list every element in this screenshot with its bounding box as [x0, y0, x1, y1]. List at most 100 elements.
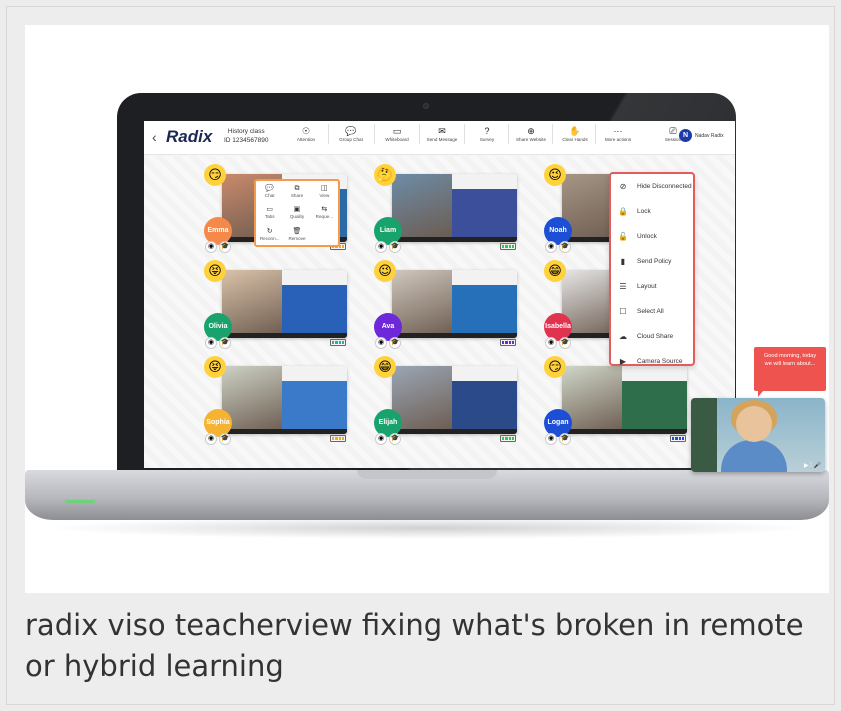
toolbar-label: More actions	[604, 137, 632, 142]
student-screen-preview[interactable]	[562, 366, 687, 434]
student-screen	[452, 270, 517, 338]
popup-tabs-button[interactable]: ▭ Tabs	[256, 202, 283, 223]
popup-reconn-button[interactable]: ↻ Reconn...	[256, 224, 283, 245]
menu-item-select-all[interactable]: ☐ Select All	[611, 299, 693, 324]
student-screen	[282, 366, 347, 434]
toolbar-more-actions-button[interactable]: ··· More actions	[596, 125, 640, 142]
popup-chat-button[interactable]: 💬 Chat	[256, 181, 283, 202]
teacher-camera: ▶ ⁞ 🎤	[691, 398, 825, 472]
student-tile[interactable]: 😉 Ava ◉ 🎓	[372, 260, 522, 350]
taskbar	[222, 333, 347, 338]
chat-icon: 💬	[265, 185, 275, 192]
student-cap-icon: 🎓	[219, 241, 231, 253]
class-id: ID 1234567890	[224, 137, 269, 144]
laptop-shadow	[43, 517, 813, 539]
taskbar	[562, 429, 687, 434]
chrome-icon: ◉	[205, 241, 217, 253]
taskbar	[392, 237, 517, 242]
student-screen	[452, 366, 517, 434]
student-tile[interactable]: 😝 Sophia ◉ 🎓	[202, 356, 352, 446]
taskbar	[392, 333, 517, 338]
popup-view-button[interactable]: ◫ View	[311, 181, 338, 202]
menu-item-layout[interactable]: ☰ Layout	[611, 274, 693, 299]
toolbar-label: Survey	[479, 137, 495, 142]
back-icon[interactable]: ‹	[152, 129, 157, 145]
student-screen-preview[interactable]	[222, 270, 347, 338]
menu-item-send-policy[interactable]: ▮ Send Policy	[611, 249, 693, 274]
menu-item-label: Lock	[637, 208, 651, 215]
student-context-popup: 💬 Chat ⧉ Share ◫ View ▭ Tabs ▣ Quality ⇆ Reque... ↻ R…	[254, 179, 340, 247]
eye-off-icon: ⊘	[619, 182, 627, 191]
unlock-icon: 🔓	[618, 232, 628, 241]
menu-item-camera-source[interactable]: ▶ Camera Source	[611, 349, 693, 374]
menu-item-label: Layout	[637, 283, 657, 290]
request-icon: ⇆	[321, 206, 328, 214]
product-image: ‹ Radix History class ID 1234567890 ☉ Att…	[25, 25, 829, 593]
menu-item-unlock[interactable]: 🔓 Unlock	[611, 224, 693, 249]
caption: radix viso teacherview fixing what's bro…	[25, 608, 804, 683]
student-tile[interactable]: 😝 Olivia ◉ 🎓	[202, 260, 352, 350]
envelope-icon: ✉	[438, 126, 446, 136]
reaction-emoji-icon: 🤔	[374, 164, 396, 186]
student-screen	[622, 366, 687, 434]
lock-icon: 🔒	[618, 207, 628, 216]
laptop-base	[25, 470, 829, 520]
popup-label: Share	[290, 193, 304, 198]
reaction-emoji-icon: 😝	[204, 356, 226, 378]
reaction-emoji-icon: 😁	[374, 356, 396, 378]
chrome-icon: ◉	[545, 241, 557, 253]
student-tile[interactable]: 🤔 Liam ◉ 🎓	[372, 164, 522, 254]
student-screen-preview[interactable]	[392, 270, 517, 338]
student-screen-preview[interactable]	[392, 366, 517, 434]
menu-item-lock[interactable]: 🔒 Lock	[611, 199, 693, 224]
user-menu[interactable]: N Nadav Radix	[679, 129, 724, 142]
chrome-icon: ◉	[545, 337, 557, 349]
menu-item-cloud-share[interactable]: ☁ Cloud Share	[611, 324, 693, 349]
chrome-icon: ◉	[375, 433, 387, 445]
popup-share-button[interactable]: ⧉ Share	[283, 181, 310, 202]
cloud-icon: ☁	[619, 332, 627, 341]
menu-item-hide-disconnected[interactable]: ⊘ Hide Disconnected	[611, 174, 693, 199]
student-screen-preview[interactable]	[222, 366, 347, 434]
toolbar-attention-button[interactable]: ☉ Attention	[284, 125, 328, 142]
chrome-icon: ◉	[205, 433, 217, 445]
battery-icon	[330, 435, 346, 442]
student-cap-icon: 🎓	[559, 337, 571, 349]
toolbar-share-website-button[interactable]: ⊕ Share Website	[509, 125, 553, 142]
student-cap-icon: 🎓	[389, 337, 401, 349]
battery-icon	[500, 339, 516, 346]
taskbar	[222, 429, 347, 434]
avatar: N	[679, 129, 692, 142]
toolbar-send-message-button[interactable]: ✉ Send Message	[420, 125, 464, 142]
student-cap-icon: 🎓	[559, 433, 571, 445]
student-cap-icon: 🎓	[389, 241, 401, 253]
reaction-emoji-icon: 😁	[544, 260, 566, 282]
student-cap-icon: 🎓	[389, 433, 401, 445]
toolbar-whiteboard-button[interactable]: ▭ Whiteboard	[375, 125, 419, 142]
popup-reque-button[interactable]: ⇆ Reque...	[311, 202, 338, 223]
view-icon: ◫	[321, 185, 328, 192]
toolbar-clear-hands-button[interactable]: ✋ Clear Hands	[553, 125, 597, 142]
toolbar-survey-button[interactable]: ? Survey	[465, 125, 509, 142]
popup-remove-button[interactable]: 🗑 Remove	[283, 224, 310, 245]
student-screen	[452, 174, 517, 242]
camera-controls-icon[interactable]: ▶ ⁞ 🎤	[804, 462, 821, 469]
reaction-emoji-icon: 😝	[204, 260, 226, 282]
menu-item-label: Hide Disconnected	[637, 183, 692, 190]
student-cap-icon: 🎓	[219, 337, 231, 349]
chat-icon: 💬	[345, 126, 357, 136]
chrome-icon: ◉	[375, 337, 387, 349]
student-tile[interactable]: 😁 Elijah ◉ 🎓	[372, 356, 522, 446]
target-icon: ☉	[301, 126, 311, 136]
teacher-face	[736, 406, 772, 442]
popup-label: Reconn...	[259, 235, 280, 241]
battery-icon	[670, 435, 686, 442]
battery-icon	[330, 339, 346, 346]
whiteboard-icon: ▭	[392, 126, 402, 136]
battery-icon	[500, 243, 516, 250]
toolbar-group-chat-button[interactable]: 💬 Group Chat	[329, 125, 373, 142]
reaction-emoji-icon: 😉	[374, 260, 396, 282]
student-screen-preview[interactable]	[392, 174, 517, 242]
menu-item-label: Unlock	[637, 233, 657, 240]
popup-quality-button[interactable]: ▣ Quality	[283, 202, 310, 223]
